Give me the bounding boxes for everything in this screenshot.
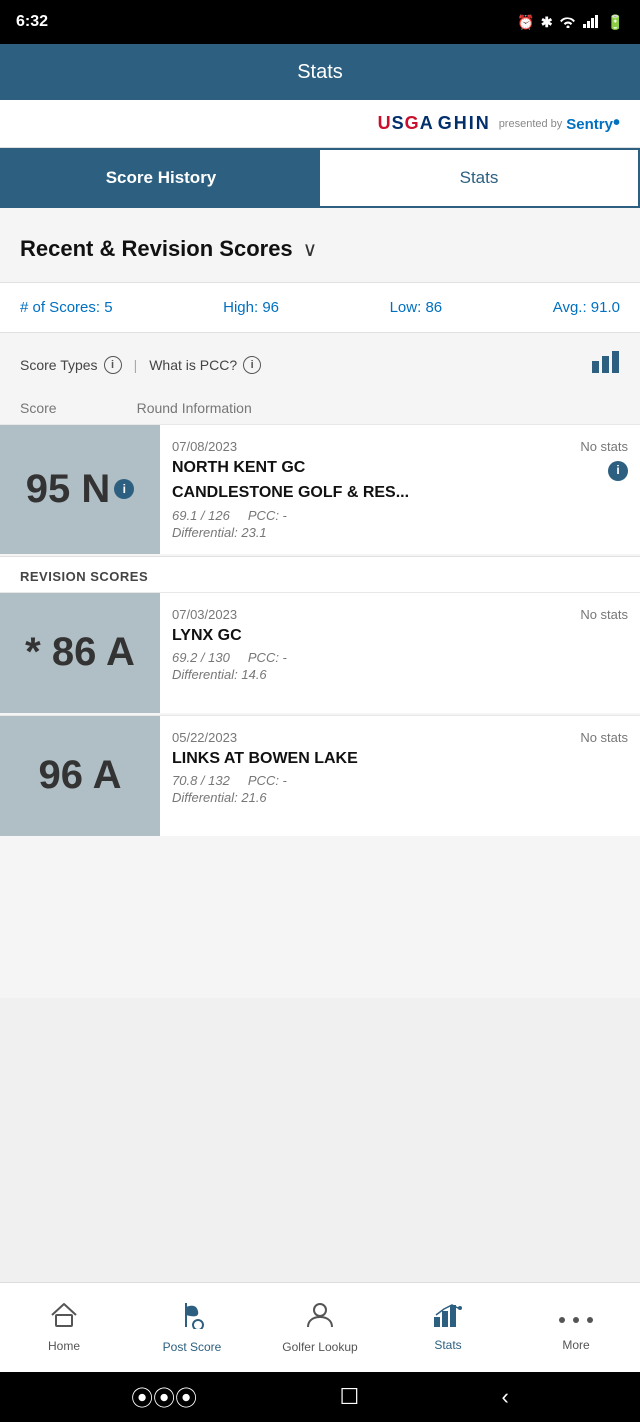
nav-more[interactable]: More [512, 1295, 640, 1360]
person-icon [306, 1301, 334, 1336]
nav-home-label: Home [48, 1339, 80, 1353]
round-rating-0: 69.1 / 126 PCC: - [172, 508, 628, 523]
section-title: Recent & Revision Scores [20, 236, 293, 262]
round-date-rev-1: 05/22/2023 [172, 730, 628, 745]
round-info-0: No stats 07/08/2023 NORTH KENT GC i CAND… [160, 425, 640, 554]
tab-bar: Score History Stats [0, 148, 640, 208]
round-diff-0: Differential: 23.1 [172, 525, 628, 540]
score-value-rev-0: * 86 A [25, 630, 135, 675]
battery-icon: 🔋 [607, 14, 624, 31]
chevron-down-icon[interactable]: ∨ [303, 237, 318, 262]
nav-stats[interactable]: Stats [384, 1295, 512, 1360]
app-title: Stats [297, 61, 343, 84]
score-card-rev-1: 96 A No stats 05/22/2023 LINKS AT BOWEN … [0, 715, 640, 836]
nav-stats-label: Stats [434, 1338, 461, 1352]
section-header: Recent & Revision Scores ∨ [0, 208, 640, 282]
nav-golfer-lookup-label: Golfer Lookup [282, 1340, 357, 1354]
revision-scores-label: REVISION SCORES [0, 556, 640, 592]
no-stats-0: No stats [580, 439, 628, 454]
round-diff-rev-0: Differential: 14.6 [172, 667, 628, 682]
stats-bar: # of Scores: 5 High: 96 Low: 86 Avg.: 91… [0, 282, 640, 333]
round-date-0: 07/08/2023 [172, 439, 628, 454]
status-bar: 6:32 ⏰ ✱ 🔋 [0, 0, 640, 44]
num-scores: # of Scores: 5 [20, 299, 113, 316]
score-types-label: Score Types [20, 357, 98, 373]
score-types-info-icon[interactable]: i [104, 356, 122, 374]
chart-icon [434, 1303, 462, 1334]
round-rating-rev-1: 70.8 / 132 PCC: - [172, 773, 628, 788]
no-stats-rev-0: No stats [580, 607, 628, 622]
score-box-rev-1: 96 A [0, 716, 160, 836]
usga-logo: USGA [378, 113, 434, 134]
presented-by: presented by [499, 118, 563, 130]
nav-more-label: More [562, 1338, 589, 1352]
nav-post-score[interactable]: Post Score [128, 1293, 256, 1362]
low-score: Low: 86 [390, 299, 443, 316]
alarm-icon: ⏰ [517, 14, 534, 31]
nav-post-score-label: Post Score [163, 1340, 222, 1354]
android-back-icon[interactable]: ‹ [501, 1384, 508, 1410]
round-diff-rev-1: Differential: 21.6 [172, 790, 628, 805]
score-value-0: 95 N [26, 467, 111, 512]
pcc-label: What is PCC? [149, 357, 237, 373]
score-card-rev-0: * 86 A No stats 07/03/2023 LYNX GC 69.2 … [0, 592, 640, 713]
signal-icon [583, 14, 601, 31]
course-info-icon-0[interactable]: i [608, 461, 628, 481]
time: 6:32 [16, 13, 48, 31]
nav-home[interactable]: Home [0, 1294, 128, 1361]
bluetooth-icon: ✱ [541, 14, 553, 31]
score-card-0: 95 N i No stats 07/08/2023 NORTH KENT GC… [0, 424, 640, 554]
score-info-icon-0[interactable]: i [114, 479, 134, 499]
round-info-rev-1: No stats 05/22/2023 LINKS AT BOWEN LAKE … [160, 716, 640, 836]
score-types-bar: Score Types i | What is PCC? i [0, 337, 640, 392]
high-score: High: 96 [223, 299, 279, 316]
score-value-rev-1: 96 A [38, 753, 121, 798]
sentry-logo: Sentry• [566, 112, 620, 135]
pcc-info-icon[interactable]: i [243, 356, 261, 374]
flag-icon [178, 1301, 206, 1336]
col-score: Score [20, 400, 57, 416]
divider: | [134, 357, 138, 373]
android-home-icon[interactable]: ☐ [339, 1384, 359, 1410]
round-course-rev-1: LINKS AT BOWEN LAKE [172, 749, 628, 770]
score-box-rev-0: * 86 A [0, 593, 160, 713]
status-icons: ⏰ ✱ 🔋 [517, 14, 624, 31]
round-rating-rev-0: 69.2 / 130 PCC: - [172, 650, 628, 665]
bar-chart-icon[interactable] [592, 351, 620, 378]
brand-bar: USGA GHIN presented by Sentry• [0, 100, 640, 148]
tab-stats[interactable]: Stats [320, 150, 638, 206]
android-menu-icon[interactable]: ⦿⦿⦿ [131, 1381, 197, 1413]
score-box-0: 95 N i [0, 425, 160, 554]
round-course-extra-0: CANDLESTONE GOLF & RES... [172, 483, 628, 504]
app-header: Stats [0, 44, 640, 100]
round-course-0: NORTH KENT GC i [172, 458, 628, 479]
column-headers: Score Round Information [0, 392, 640, 424]
home-icon [50, 1302, 78, 1335]
more-icon [558, 1303, 594, 1334]
round-date-rev-0: 07/03/2023 [172, 607, 628, 622]
tab-score-history[interactable]: Score History [2, 150, 320, 206]
no-stats-rev-1: No stats [580, 730, 628, 745]
nav-golfer-lookup[interactable]: Golfer Lookup [256, 1293, 384, 1362]
android-nav: ⦿⦿⦿ ☐ ‹ [0, 1372, 640, 1422]
bottom-nav: Home Post Score Golfer Lookup [0, 1282, 640, 1372]
main-content: Recent & Revision Scores ∨ # of Scores: … [0, 208, 640, 998]
round-info-rev-0: No stats 07/03/2023 LYNX GC 69.2 / 130 P… [160, 593, 640, 713]
avg-score: Avg.: 91.0 [553, 299, 620, 316]
score-types-left: Score Types i | What is PCC? i [20, 356, 261, 374]
ghin-text: GHIN [438, 113, 491, 134]
round-course-rev-0: LYNX GC [172, 626, 628, 647]
col-round-info: Round Information [137, 400, 252, 416]
wifi-icon [559, 14, 577, 31]
